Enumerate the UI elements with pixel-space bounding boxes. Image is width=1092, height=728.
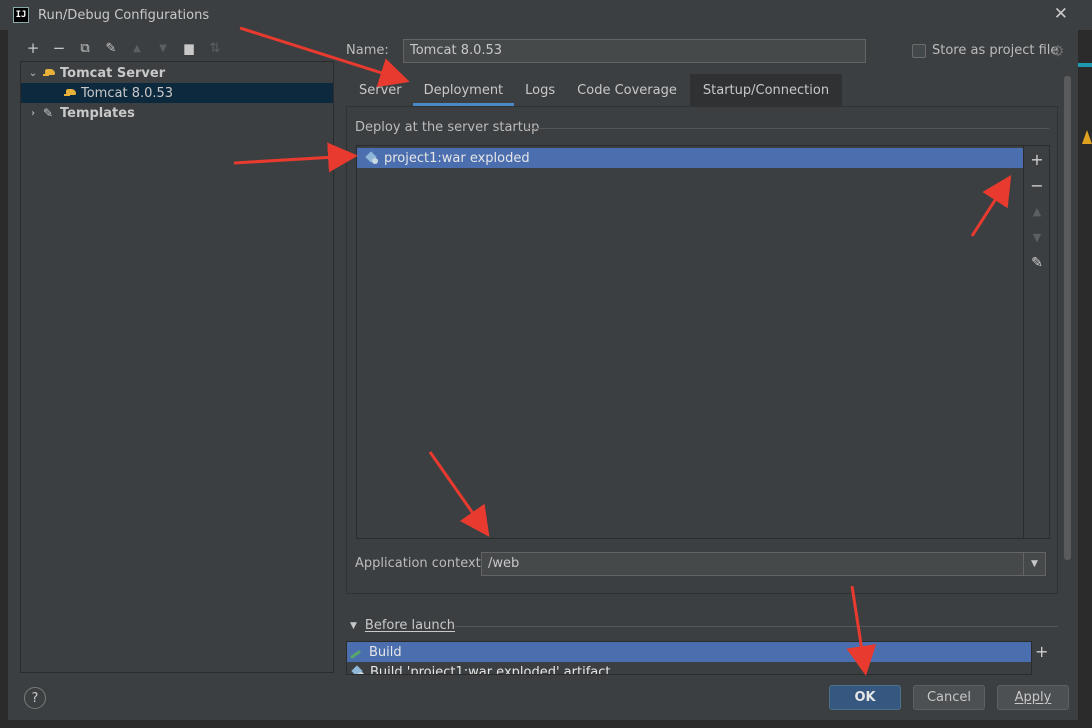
title-bar: IJ Run/Debug Configurations ✕	[0, 0, 1092, 30]
tab-logs[interactable]: Logs	[514, 74, 566, 106]
before-launch-item: Build	[369, 644, 402, 660]
list-item[interactable]: project1:war exploded	[357, 148, 1024, 168]
tree-templates-label: Templates	[60, 105, 135, 121]
remove-icon[interactable]: −	[46, 37, 72, 59]
chevron-right-icon[interactable]: ›	[27, 108, 39, 119]
before-launch-list[interactable]: Build Build 'project1:war exploded' arti…	[346, 641, 1032, 675]
add-icon[interactable]: +	[1024, 146, 1050, 172]
config-toolbar: + − ⧉ ✎ ▲ ▼ ▆ ⇅	[20, 36, 334, 60]
before-launch-title: Before launch	[364, 618, 456, 633]
gear-icon[interactable]: ⚙	[1051, 42, 1064, 60]
close-icon[interactable]: ✕	[1054, 5, 1068, 23]
hammer-icon	[349, 645, 363, 659]
move-down-icon[interactable]: ▼	[1024, 224, 1050, 250]
cancel-button[interactable]: Cancel	[913, 685, 985, 710]
intellij-logo-icon: IJ	[13, 7, 29, 23]
artifact-icon	[365, 151, 379, 165]
tree-item-tomcat-config[interactable]: Tomcat 8.0.53	[21, 83, 333, 103]
tree-group-label: Tomcat Server	[60, 65, 166, 81]
tree-item-label: Tomcat 8.0.53	[81, 85, 174, 101]
before-launch-item: Build 'project1:war exploded' artifact	[370, 664, 611, 675]
app-context-combo[interactable]: /web ▼	[481, 552, 1046, 576]
vertical-scrollbar[interactable]	[1064, 76, 1071, 560]
chevron-down-icon[interactable]: ▼	[350, 621, 357, 631]
deployment-panel: Deploy at the server startup project1:wa…	[346, 106, 1058, 594]
help-button[interactable]: ?	[24, 687, 46, 709]
tomcat-icon	[43, 67, 57, 79]
edit-icon[interactable]: ✎	[1024, 250, 1050, 276]
artifact-icon	[351, 665, 365, 674]
copy-icon[interactable]: ⧉	[72, 37, 98, 59]
list-item[interactable]: Build	[347, 642, 1031, 662]
config-tree: ⌄ Tomcat Server Tomcat 8.0.53 › ✎ Templa…	[20, 61, 334, 673]
background-ide-left	[0, 30, 8, 720]
folder-icon[interactable]: ▆	[176, 37, 202, 59]
group-divider	[525, 128, 1049, 129]
apply-button-label: Apply	[1014, 690, 1052, 705]
background-ide-bottom	[0, 720, 1092, 728]
name-input[interactable]: Tomcat 8.0.53	[403, 39, 866, 63]
wrench-icon: ✎	[43, 106, 54, 120]
store-as-project-label[interactable]: Store as project file	[932, 43, 1058, 58]
group-divider	[455, 626, 1058, 627]
window-title: Run/Debug Configurations	[38, 7, 210, 23]
deploy-group-title: Deploy at the server startup	[355, 120, 540, 135]
app-context-value: /web	[488, 556, 520, 571]
app-context-label: Application context:	[355, 556, 486, 571]
tree-group-tomcat-server[interactable]: ⌄ Tomcat Server	[21, 63, 333, 83]
chevron-down-icon[interactable]: ▼	[1023, 553, 1045, 575]
move-down-icon[interactable]: ▼	[150, 37, 176, 59]
sort-icon[interactable]: ⇅	[202, 37, 228, 59]
config-tabs: Server Deployment Logs Code Coverage Sta…	[348, 74, 843, 106]
ok-button[interactable]: OK	[829, 685, 901, 710]
remove-icon[interactable]: −	[1024, 172, 1050, 198]
tomcat-icon	[64, 87, 78, 99]
add-icon[interactable]: +	[1035, 642, 1048, 661]
background-ide-right	[1078, 30, 1092, 720]
store-as-project-checkbox[interactable]	[912, 44, 926, 58]
deploy-item-label: project1:war exploded	[384, 150, 530, 166]
before-launch-header[interactable]: ▼ Before launch	[350, 618, 455, 633]
move-up-icon[interactable]: ▲	[1024, 198, 1050, 224]
tab-server[interactable]: Server	[348, 74, 413, 106]
tab-deployment[interactable]: Deployment	[412, 74, 515, 106]
deploy-side-toolbar: + − ▲ ▼ ✎	[1023, 146, 1049, 538]
warning-icon	[1082, 130, 1092, 144]
name-label: Name:	[346, 43, 389, 58]
list-item[interactable]: Build 'project1:war exploded' artifact	[347, 662, 1031, 675]
deploy-list[interactable]: project1:war exploded + − ▲ ▼ ✎	[356, 145, 1050, 539]
background-accent	[1078, 63, 1092, 67]
tree-group-templates[interactable]: › ✎ Templates	[21, 103, 333, 123]
add-icon[interactable]: +	[20, 37, 46, 59]
tab-startup-connection[interactable]: Startup/Connection	[689, 74, 843, 106]
wrench-icon[interactable]: ✎	[98, 37, 124, 59]
chevron-down-icon[interactable]: ⌄	[27, 68, 39, 79]
apply-button[interactable]: Apply	[997, 685, 1069, 710]
move-up-icon[interactable]: ▲	[124, 37, 150, 59]
tab-code-coverage[interactable]: Code Coverage	[566, 74, 688, 106]
